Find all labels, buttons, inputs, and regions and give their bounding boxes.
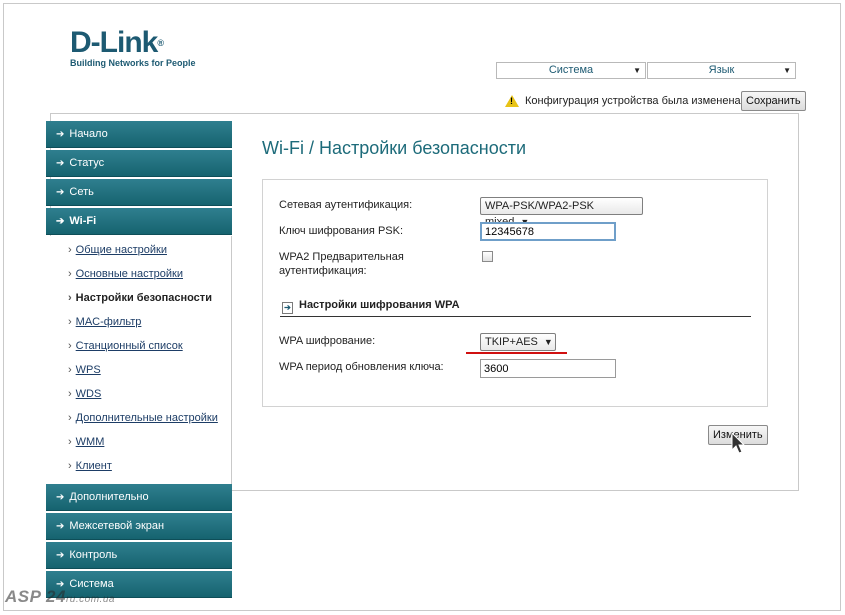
- config-changed-notice: Конфигурация устройства была изменена: [505, 91, 741, 111]
- sidebar-item-label: Межсетевой экран: [69, 520, 165, 532]
- system-menu-label: Система: [548, 64, 594, 76]
- sidebar-nav: ➔ Начало ➔ Статус ➔ Сеть ➔ Wi-Fi: [46, 121, 232, 237]
- wpa-rekey-label: WPA период обновления ключа:: [279, 361, 444, 373]
- watermark-suffix: .com.ua: [75, 594, 115, 605]
- watermark: ASP 24ru.com.ua: [5, 587, 115, 607]
- section-divider: [280, 316, 751, 317]
- logo-text: D-Link: [70, 26, 158, 59]
- psk-key-input[interactable]: [480, 222, 616, 241]
- arrow-right-icon: ➔: [56, 129, 65, 140]
- save-button[interactable]: Сохранить: [741, 91, 806, 111]
- sidebar-nav-bottom: ➔ Дополнительно ➔ Межсетевой экран ➔ Контро…: [46, 484, 232, 600]
- wpa2-preauth-label-line1: WPA2 Предварительная: [279, 251, 404, 263]
- wpa-encryption-label: WPA шифрование:: [279, 335, 376, 347]
- submenu-client[interactable]: › Клиент: [68, 460, 112, 472]
- submenu-security-settings[interactable]: › Настройки безопасности: [68, 292, 212, 304]
- wpa-encryption-select[interactable]: TKIP+AES ▼: [480, 333, 556, 351]
- sidebar-item-label: Wi-Fi: [69, 215, 97, 227]
- mouse-cursor-icon: [731, 432, 746, 454]
- network-auth-select[interactable]: WPA-PSK/WPA2-PSK mixed▼: [480, 197, 643, 228]
- highlight-underline: [466, 352, 567, 354]
- page-title: Wi-Fi / Настройки безопасности: [262, 138, 527, 158]
- notice-text: Конфигурация устройства была изменена: [525, 95, 741, 107]
- sidebar-item-advanced[interactable]: ➔ Дополнительно: [46, 484, 232, 511]
- submenu-basic-settings[interactable]: › Основные настройки: [68, 268, 183, 280]
- arrow-right-icon: ➔: [56, 216, 65, 227]
- submenu-advanced-settings[interactable]: › Дополнительные настройки: [68, 412, 218, 424]
- watermark-main: ASP 24: [5, 587, 66, 606]
- submenu-station-list[interactable]: › Станционный список: [68, 340, 183, 352]
- sidebar-item-label: Сеть: [69, 186, 94, 198]
- sidebar-item-start[interactable]: ➔ Начало: [46, 121, 232, 148]
- sidebar-item-label: Начало: [69, 128, 108, 140]
- sidebar-item-firewall[interactable]: ➔ Межсетевой экран: [46, 513, 232, 540]
- wpa-rekey-input[interactable]: [480, 359, 616, 378]
- sidebar-item-label: Контроль: [69, 549, 118, 561]
- watermark-ru: ru: [65, 594, 76, 605]
- submenu-wmm[interactable]: › WMM: [68, 436, 104, 448]
- submenu-wps[interactable]: › WPS: [68, 364, 101, 376]
- logo-registered-mark: ®: [157, 38, 164, 48]
- arrow-right-icon: ➔: [282, 302, 293, 314]
- submenu-general-settings[interactable]: › Общие настройки: [68, 244, 167, 256]
- arrow-right-icon: ➔: [56, 521, 65, 532]
- submenu-wds[interactable]: › WDS: [68, 388, 101, 400]
- submenu-mac-filter[interactable]: › MAC-фильтр: [68, 316, 141, 328]
- arrow-right-icon: ➔: [56, 550, 65, 561]
- system-menu[interactable]: Система ▼: [496, 62, 646, 79]
- dlink-logo: D-Link® Building Networks for People: [70, 26, 196, 69]
- sidebar-item-control[interactable]: ➔ Контроль: [46, 542, 232, 569]
- wpa-encryption-value: TKIP+AES: [485, 336, 538, 348]
- sidebar-item-wifi[interactable]: ➔ Wi-Fi: [46, 208, 232, 235]
- wpa2-preauth-checkbox[interactable]: [482, 251, 493, 262]
- chevron-down-icon: ▼: [543, 337, 553, 347]
- encryption-section-title: Настройки шифрования WPA: [299, 299, 460, 311]
- psk-key-label: Ключ шифрования PSK:: [279, 225, 404, 237]
- network-auth-label: Сетевая аутентификация:: [279, 199, 413, 211]
- warning-icon: [505, 95, 519, 107]
- language-menu[interactable]: Язык ▼: [647, 62, 796, 79]
- wpa2-preauth-label-line2: аутентификация:: [279, 265, 367, 277]
- chevron-down-icon: ▼: [633, 66, 641, 75]
- chevron-down-icon: ▼: [783, 66, 791, 75]
- language-menu-label: Язык: [708, 64, 735, 76]
- sidebar-item-label: Дополнительно: [69, 491, 149, 503]
- arrow-right-icon: ➔: [56, 158, 65, 169]
- logo-tagline: Building Networks for People: [70, 58, 196, 68]
- wifi-submenu: › Общие настройки › Основные настройки › На…: [50, 236, 232, 484]
- sidebar-item-network[interactable]: ➔ Сеть: [46, 179, 232, 206]
- encryption-section-header: ➔ Настройки шифрования WPA: [282, 299, 460, 314]
- sidebar-item-status[interactable]: ➔ Статус: [46, 150, 232, 177]
- sidebar-item-label: Статус: [69, 157, 105, 169]
- arrow-right-icon: ➔: [56, 492, 65, 503]
- arrow-right-icon: ➔: [56, 187, 65, 198]
